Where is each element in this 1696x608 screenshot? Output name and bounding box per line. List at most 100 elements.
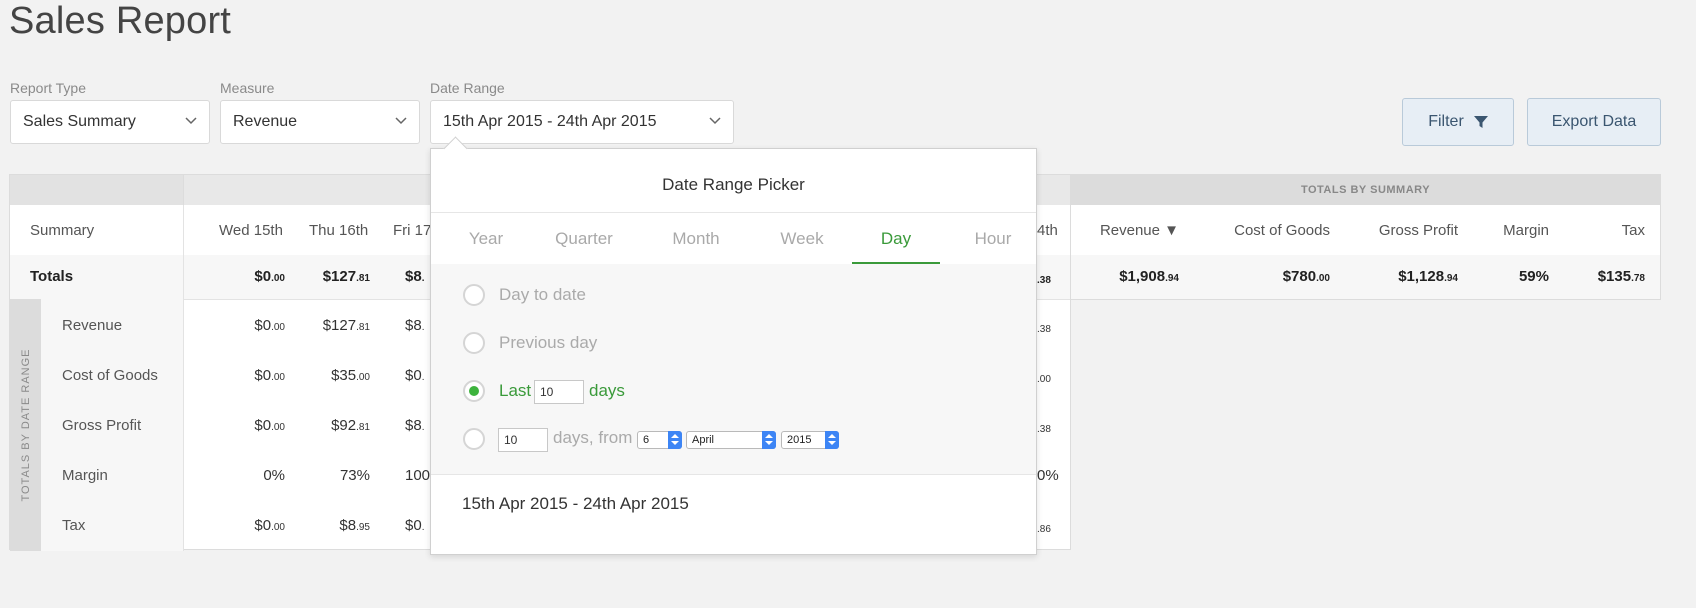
- cell-cents: .81: [356, 322, 370, 333]
- table-cell: $0.: [405, 517, 424, 534]
- table-cell: $35.00: [331, 367, 370, 384]
- option-day-to-date-label[interactable]: Day to date: [499, 285, 586, 305]
- cell-main: $780: [1282, 268, 1317, 285]
- tab-week[interactable]: Week: [776, 229, 828, 249]
- filter-button-label: Filter: [1428, 113, 1464, 130]
- cell-cents: .00: [271, 422, 285, 433]
- from-day-select[interactable]: 6: [637, 431, 682, 449]
- cell-cents: .78: [1631, 273, 1645, 284]
- totals-cell: .38: [1037, 270, 1051, 287]
- totals-by-summary-band: TOTALS BY SUMMARY: [1071, 175, 1660, 205]
- date-range-select[interactable]: 15th Apr 2015 - 24th Apr 2015: [430, 100, 734, 144]
- cell-main: 0%: [263, 467, 285, 484]
- table-cell: $8.: [405, 417, 424, 434]
- tab-year[interactable]: Year: [461, 229, 511, 249]
- row-label: Gross Profit: [62, 417, 142, 434]
- cell-cents: .38: [1037, 275, 1051, 286]
- cell-cents: .00: [1037, 374, 1051, 385]
- radio-days-from[interactable]: [463, 428, 485, 450]
- cell-main: $1,128: [1398, 268, 1445, 285]
- totals-cell: $0.00: [254, 268, 285, 285]
- totals-by-summary-label: TOTALS BY SUMMARY: [1300, 184, 1431, 196]
- tab-month[interactable]: Month: [666, 229, 726, 249]
- cell-main: 59%: [1518, 268, 1549, 285]
- cell-cents: .00: [271, 522, 285, 533]
- cell-cents: .: [421, 322, 425, 333]
- cell-cents: .94: [1165, 273, 1179, 284]
- cell-main: 100: [405, 467, 431, 484]
- cell-main: 73%: [339, 467, 370, 484]
- report-type-select[interactable]: Sales Summary: [10, 100, 210, 144]
- table-cell: 100: [405, 467, 430, 484]
- table-cell: .38: [1037, 319, 1051, 336]
- cell-cents: .38: [1037, 324, 1051, 335]
- from-month-select[interactable]: April: [686, 431, 776, 449]
- from-year-select[interactable]: 2015: [781, 431, 839, 449]
- cell-main: $92: [331, 417, 357, 434]
- cell-cents: .94: [1444, 273, 1458, 284]
- cell-main: $8: [405, 317, 422, 334]
- cell-cents: .38: [1037, 424, 1051, 435]
- totals-by-summary-table: TOTALS BY SUMMARY Revenue ▼ Cost of Good…: [1070, 174, 1661, 300]
- option-previous-day-label[interactable]: Previous day: [499, 333, 597, 353]
- summary-header: Summary: [30, 222, 95, 239]
- table-cell: $0.00: [254, 367, 285, 384]
- last-days-input[interactable]: 10: [534, 380, 584, 404]
- cell-main: $127: [322, 268, 357, 285]
- tab-quarter[interactable]: Quarter: [549, 229, 619, 249]
- cell-cents: .81: [356, 422, 370, 433]
- table-cell: $1,128.94: [1398, 268, 1458, 285]
- cell-main: $0: [254, 417, 272, 434]
- radio-previous-day[interactable]: [463, 332, 485, 354]
- measure-select[interactable]: Revenue: [220, 100, 420, 144]
- picker-tabs: Year Quarter Month Week Day Hour: [431, 212, 1036, 266]
- column-header[interactable]: Wed 15th: [219, 222, 283, 239]
- cell-cents: .: [421, 273, 425, 284]
- tab-day[interactable]: Day: [853, 229, 939, 249]
- cell-main: $8: [339, 517, 357, 534]
- cell-cents: .95: [356, 522, 370, 533]
- tab-hour[interactable]: Hour: [968, 229, 1018, 249]
- date-range-value: 15th Apr 2015 - 24th Apr 2015: [443, 113, 657, 130]
- picker-title: Date Range Picker: [662, 175, 805, 194]
- stepper-icon: [825, 431, 839, 449]
- table-cell: .00: [1037, 369, 1051, 386]
- stepper-icon: [762, 431, 776, 449]
- selected-range-text: 15th Apr 2015 - 24th Apr 2015: [462, 494, 689, 513]
- column-header-tax[interactable]: Tax: [1622, 222, 1645, 239]
- column-header-margin[interactable]: Margin: [1503, 222, 1549, 239]
- from-days-input[interactable]: 10: [498, 428, 548, 452]
- cell-main: $35: [331, 367, 357, 384]
- totals-by-date-range-label: TOTALS BY DATE RANGE: [20, 348, 32, 502]
- cell-cents: .: [421, 422, 425, 433]
- cell-main: $0: [254, 367, 272, 384]
- radio-day-to-date[interactable]: [463, 284, 485, 306]
- from-day-value: 6: [643, 434, 650, 446]
- table-header-band-first: [10, 175, 184, 205]
- cell-main: $0: [254, 517, 272, 534]
- cell-main: $8: [405, 268, 422, 285]
- filter-button[interactable]: Filter: [1402, 98, 1514, 146]
- cell-cents: .81: [356, 273, 370, 284]
- table-cell: $92.81: [331, 417, 370, 434]
- from-year-value: 2015: [787, 434, 812, 446]
- table-cell: 0%: [263, 467, 285, 484]
- column-header[interactable]: 4th: [1037, 222, 1058, 239]
- from-month-value: April: [692, 434, 715, 446]
- report-type-label: Report Type: [10, 80, 87, 96]
- stepper-icon: [668, 431, 682, 449]
- table-cell: 0%: [1037, 467, 1059, 484]
- report-type-value: Sales Summary: [23, 113, 136, 130]
- column-header-gross-profit[interactable]: Gross Profit: [1379, 222, 1458, 239]
- export-data-button[interactable]: Export Data: [1527, 98, 1661, 146]
- table-cell: $0.: [405, 367, 424, 384]
- measure-label: Measure: [220, 80, 275, 96]
- radio-last-n-days[interactable]: [463, 380, 485, 402]
- column-header-revenue[interactable]: Revenue ▼: [1100, 222, 1179, 239]
- cell-cents: .00: [1316, 273, 1330, 284]
- column-header-cost[interactable]: Cost of Goods: [1234, 222, 1330, 239]
- column-header[interactable]: Thu 16th: [309, 222, 368, 239]
- page-title: Sales Report: [9, 0, 232, 42]
- option-last-label[interactable]: Last: [499, 381, 531, 401]
- cell-main: $0: [405, 367, 422, 384]
